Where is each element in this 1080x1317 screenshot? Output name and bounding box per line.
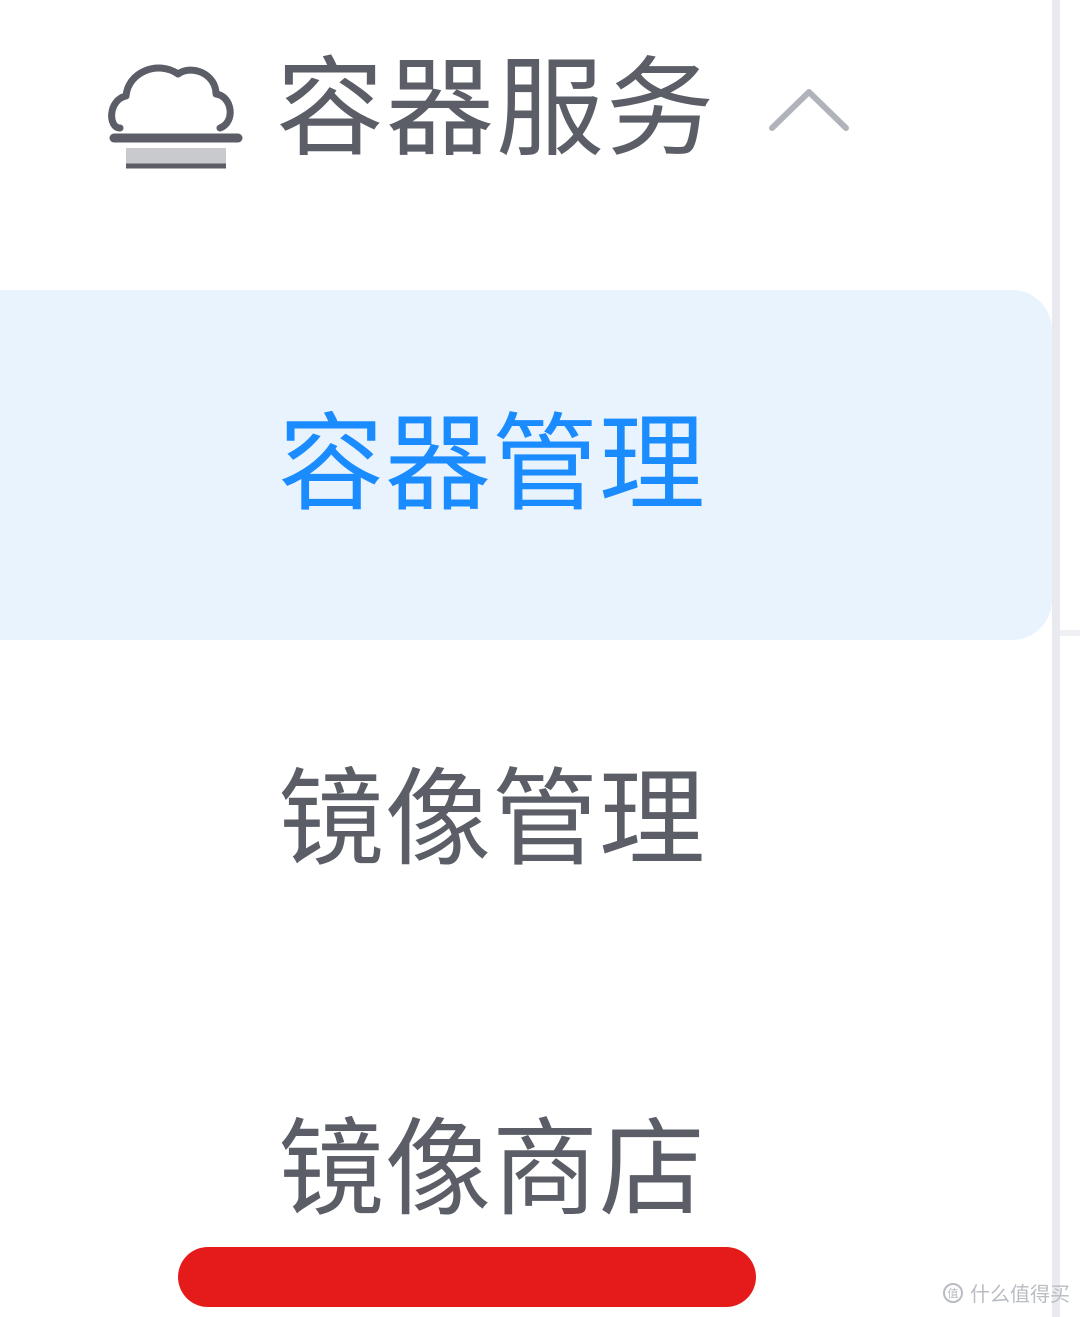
nav-item-container-management[interactable]: 容器管理 [0,290,1052,640]
sidebar-nav-panel: 容器服务 容器管理 镜像管理 镜像商店 值 什么值得买 [0,0,1080,1317]
nav-group-title: 容器服务 [276,47,717,172]
cloud-icon [108,64,243,169]
red-highlight-annotation [178,1247,756,1307]
divider-notch [1060,630,1080,636]
nav-item-label: 镜像管理 [278,758,706,881]
nav-item-label: 容器管理 [278,403,706,526]
vertical-divider [1052,0,1060,1317]
watermark: 值 什么值得买 [942,1278,1070,1307]
watermark-text: 什么值得买 [970,1282,1070,1306]
watermark-logo-icon: 值 [943,1282,963,1303]
nav-item-image-management[interactable]: 镜像管理 [0,645,1052,995]
nav-group-container-service[interactable]: 容器服务 [100,40,900,180]
nav-item-label: 镜像商店 [278,1108,706,1231]
chevron-up-icon[interactable] [764,80,854,140]
svg-text:值: 值 [948,1287,959,1300]
